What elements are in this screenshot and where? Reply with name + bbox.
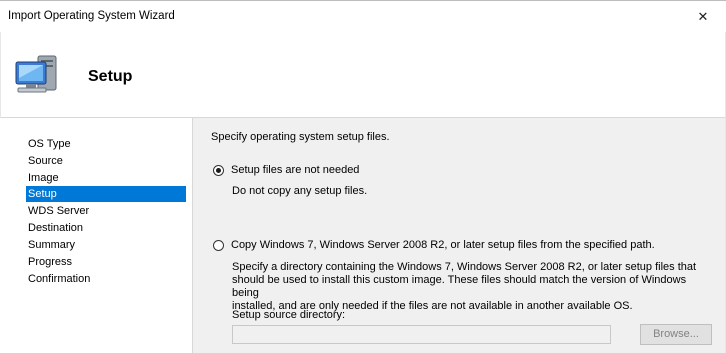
close-icon: ✕ [697,8,709,24]
sidebar-item-summary[interactable]: Summary [26,237,186,253]
sidebar-item-confirmation[interactable]: Confirmation [26,271,186,287]
sidebar-item-progress[interactable]: Progress [26,254,186,270]
copy-setup-files-label[interactable]: Copy Windows 7, Windows Server 2008 R2, … [231,239,655,251]
sidebar-item-os-type[interactable]: OS Type [26,136,186,152]
sidebar-item-setup[interactable]: Setup [26,186,186,202]
setup-not-needed-radio[interactable] [213,164,224,176]
copy-setup-files-radio[interactable] [213,239,224,251]
setup-not-needed-label[interactable]: Setup files are not needed [231,164,359,176]
setup-page-content: Specify operating system setup files. Se… [192,118,726,353]
setup-not-needed-option[interactable]: Setup files are not needed [213,164,359,176]
browse-button[interactable]: Browse... [640,324,712,345]
source-directory-label: Setup source directory: [232,309,346,321]
copy-setup-files-option[interactable]: Copy Windows 7, Windows Server 2008 R2, … [213,239,655,251]
description-line: should be used to install this custom im… [232,274,687,299]
close-button[interactable]: ✕ [680,1,726,32]
computer-icon [14,54,66,101]
title-bar: Import Operating System Wizard ✕ [0,0,726,32]
sidebar-item-destination[interactable]: Destination [26,220,186,236]
source-directory-input[interactable] [232,325,611,344]
setup-not-needed-description: Do not copy any setup files. [232,185,368,197]
wizard-steps-sidebar: OS Type Source Image Setup WDS Server De… [0,118,193,353]
description-line: Specify a directory containing the Windo… [232,261,697,273]
copy-setup-files-description: Specify a directory containing the Windo… [232,261,712,313]
sidebar-item-wds-server[interactable]: WDS Server [26,203,186,219]
sidebar-item-source[interactable]: Source [26,153,186,169]
wizard-header: Setup [0,32,726,118]
instruction-text: Specify operating system setup files. [211,131,390,143]
window-title: Import Operating System Wizard [8,10,175,22]
page-heading: Setup [88,68,133,85]
sidebar-item-image[interactable]: Image [26,170,186,186]
